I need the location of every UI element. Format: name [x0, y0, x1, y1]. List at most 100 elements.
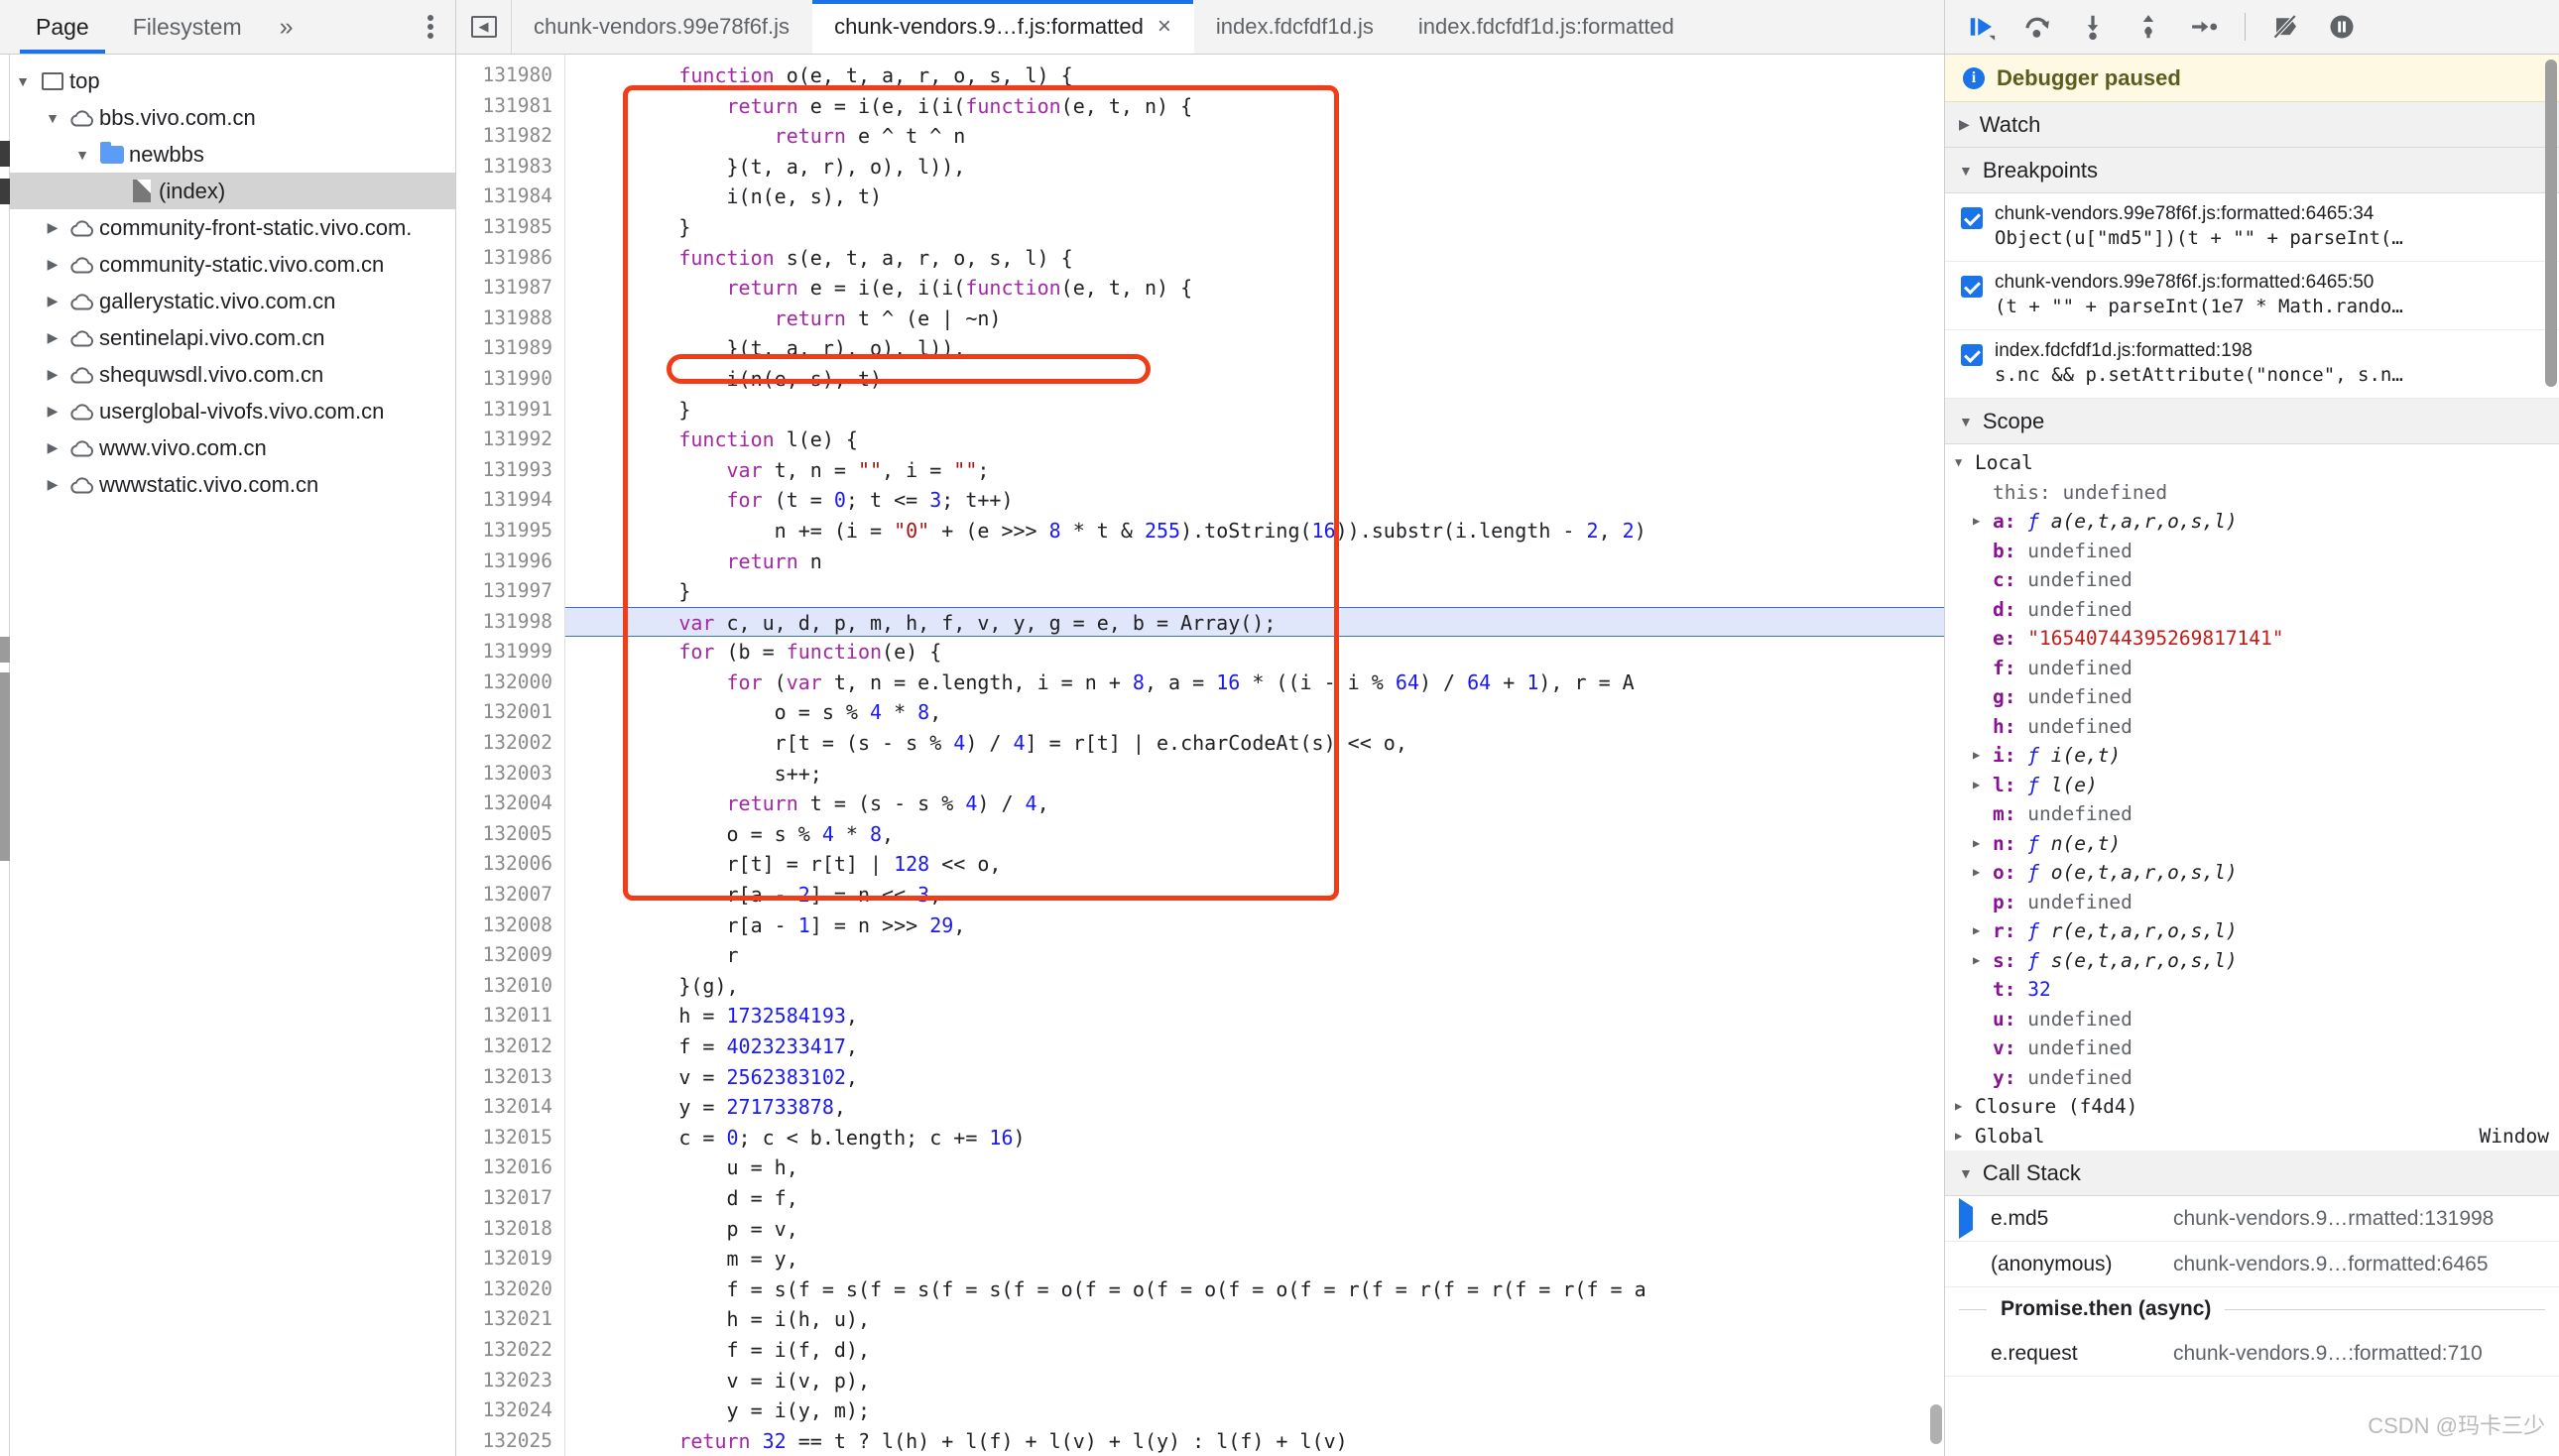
code-line[interactable]: c = 0; c < b.length; c += 16) [583, 1123, 1944, 1153]
line-number[interactable]: 132003 [456, 759, 552, 789]
line-number[interactable]: 131981 [456, 91, 552, 122]
line-number[interactable]: 132014 [456, 1092, 552, 1123]
scope-var-h[interactable]: h: undefined [1945, 712, 2559, 742]
code-line[interactable]: i(n(e, s), t) [583, 364, 1944, 395]
line-number[interactable]: 131980 [456, 61, 552, 91]
line-number[interactable]: 132007 [456, 880, 552, 910]
code-line[interactable]: n += (i = "0" + (e >>> 8 * t & 255).toSt… [583, 516, 1944, 546]
debugger-scrollbar[interactable] [2545, 60, 2557, 387]
tree-item-community-static-vivo-com-cn[interactable]: community-static.vivo.com.cn [0, 246, 455, 283]
twisty-closed-icon[interactable] [40, 403, 65, 420]
line-number[interactable]: 131996 [456, 546, 552, 577]
line-number[interactable]: 131990 [456, 364, 552, 395]
twisty-closed-icon[interactable] [40, 439, 65, 456]
line-number[interactable]: 131995 [456, 516, 552, 546]
code-line[interactable]: function s(e, t, a, r, o, s, l) { [583, 243, 1944, 274]
code-viewer[interactable]: 131980 131981 131982 131983 131984 131985 1319… [456, 55, 1944, 1456]
line-number[interactable]: 132021 [456, 1304, 552, 1335]
chevron-right-icon[interactable]: ▶ [1955, 1122, 1975, 1152]
code-line[interactable]: var t, n = "", i = ""; [583, 455, 1944, 486]
line-number[interactable]: 132012 [456, 1031, 552, 1062]
line-number[interactable]: 132006 [456, 849, 552, 880]
code-line[interactable]: function o(e, t, a, r, o, s, l) { [583, 61, 1944, 91]
line-number[interactable]: 132001 [456, 697, 552, 728]
code-line[interactable]: o = s % 4 * 8, [583, 697, 1944, 728]
line-number[interactable]: 131982 [456, 121, 552, 152]
scope-var-m[interactable]: m: undefined [1945, 799, 2559, 829]
line-number[interactable]: 131997 [456, 576, 552, 607]
line-number[interactable]: 131993 [456, 455, 552, 486]
code-line[interactable]: h = 1732584193, [583, 1001, 1944, 1031]
tree-item-gallerystatic-vivo-com-cn[interactable]: gallerystatic.vivo.com.cn [0, 283, 455, 319]
code-line[interactable]: return t ^ (e | ~n) [583, 303, 1944, 334]
editor-scrollbar[interactable] [1930, 1404, 1942, 1444]
code-line[interactable]: r[a - 2] = n << 3, [583, 880, 1944, 910]
code-line[interactable]: o = s % 4 * 8, [583, 819, 1944, 850]
chevron-right-icon[interactable]: ▶ [1973, 946, 1993, 976]
line-number[interactable]: 132025 [456, 1426, 552, 1456]
line-number[interactable]: 132010 [456, 971, 552, 1002]
line-number[interactable]: 132013 [456, 1062, 552, 1093]
source-code[interactable]: function o(e, t, a, r, o, s, l) { return… [565, 55, 1944, 1456]
code-line[interactable]: return n [583, 546, 1944, 577]
twisty-closed-icon[interactable] [40, 219, 65, 236]
code-line[interactable]: for (b = function(e) { [583, 637, 1944, 667]
show-navigator-icon[interactable]: ◀ [456, 0, 512, 54]
twisty-closed-icon[interactable] [40, 293, 65, 309]
chevron-right-icon[interactable]: ▶ [1973, 916, 1993, 946]
code-line[interactable]: } [583, 212, 1944, 243]
line-number[interactable]: 131987 [456, 273, 552, 303]
editor-tab-1[interactable]: chunk-vendors.9…f.js:formatted × [812, 0, 1194, 54]
scope-group-global[interactable]: ▶ Global Window [1945, 1122, 2559, 1152]
scope-var-o[interactable]: ▶ o: ƒ o(e,t,a,r,o,s,l) [1945, 858, 2559, 888]
twisty-closed-icon[interactable] [40, 256, 65, 273]
line-number[interactable]: 132016 [456, 1153, 552, 1183]
tab-filesystem[interactable]: Filesystem [111, 0, 264, 54]
scope-var-a[interactable]: ▶ a: ƒ a(e,t,a,r,o,s,l) [1945, 507, 2559, 537]
code-line[interactable]: h = i(h, u), [583, 1304, 1944, 1335]
scope-var-t[interactable]: t: 32 [1945, 975, 2559, 1005]
step-out-button[interactable] [2133, 12, 2163, 42]
scope-var-this[interactable]: this: undefined [1945, 478, 2559, 508]
line-number[interactable]: 131983 [456, 152, 552, 182]
line-number[interactable]: 131994 [456, 485, 552, 516]
line-number[interactable]: 132004 [456, 789, 552, 819]
breakpoint-checkbox[interactable] [1961, 207, 1983, 229]
twisty-closed-icon[interactable] [40, 329, 65, 346]
tree-item-userglobal-vivofs-vivo-com-cn[interactable]: userglobal-vivofs.vivo.com.cn [0, 393, 455, 429]
line-number[interactable]: 131989 [456, 333, 552, 364]
code-line[interactable]: r [583, 940, 1944, 971]
tree-item-newbbs[interactable]: newbbs [0, 136, 455, 173]
twisty-open-icon[interactable] [69, 147, 95, 163]
breakpoint-checkbox[interactable] [1961, 344, 1983, 366]
call-stack-frame-0[interactable]: e.md5 chunk-vendors.9…rmatted:131998 [1945, 1196, 2559, 1242]
editor-tab-0[interactable]: chunk-vendors.99e78f6f.js [512, 0, 812, 54]
scope-section-header[interactable]: ▼ Scope [1945, 399, 2559, 444]
code-line[interactable]: r[t = (s - s % 4) / 4] = r[t] | e.charCo… [583, 728, 1944, 759]
code-line[interactable]: }(t, a, r), o), l)), [583, 333, 1944, 364]
tree-item-sentinelapi-vivo-com-cn[interactable]: sentinelapi.vivo.com.cn [0, 319, 455, 356]
line-number[interactable]: 132011 [456, 1001, 552, 1031]
code-line[interactable]: } [583, 395, 1944, 425]
deactivate-breakpoints-button[interactable] [2271, 12, 2301, 42]
chevron-right-icon[interactable]: ▶ [1973, 858, 1993, 888]
breakpoint-item-1[interactable]: chunk-vendors.99e78f6f.js:formatted:6465… [1945, 262, 2559, 330]
navigator-menu-kebab-icon[interactable] [406, 0, 455, 54]
scope-var-e[interactable]: e: "16540744395269817141" [1945, 624, 2559, 654]
scope-var-n[interactable]: ▶ n: ƒ n(e,t) [1945, 829, 2559, 859]
scope-var-i[interactable]: ▶ i: ƒ i(e,t) [1945, 741, 2559, 771]
code-line[interactable]: u = h, [583, 1153, 1944, 1183]
editor-tab-3[interactable]: index.fdcfdf1d.js:formatted [1397, 0, 1697, 54]
scope-group-local[interactable]: ▼ Local [1945, 448, 2559, 478]
twisty-open-icon[interactable] [40, 110, 65, 126]
code-line[interactable]: return 32 == t ? l(h) + l(f) + l(v) + l(… [583, 1426, 1944, 1456]
line-number[interactable]: 132018 [456, 1214, 552, 1245]
code-line[interactable]: return e = i(e, i(i(function(e, t, n) { [583, 91, 1944, 122]
scope-var-f[interactable]: f: undefined [1945, 654, 2559, 683]
step-into-button[interactable] [2078, 12, 2108, 42]
more-tabs-icon[interactable]: » [264, 0, 309, 54]
tree-item--index-[interactable]: (index) [0, 173, 455, 209]
tree-item-community-front-static-vivo-com-[interactable]: community-front-static.vivo.com. [0, 209, 455, 246]
line-number[interactable]: 131985 [456, 212, 552, 243]
line-number[interactable]: 131999 [456, 637, 552, 667]
